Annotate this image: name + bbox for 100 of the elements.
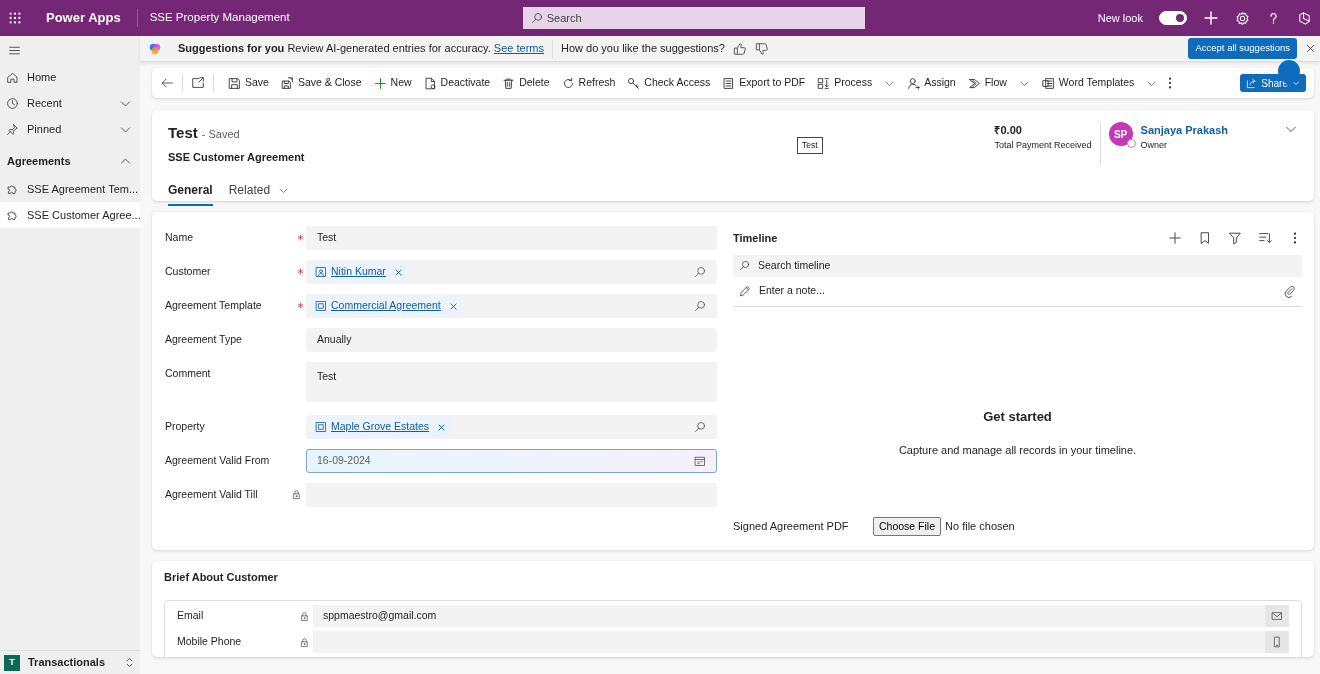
environment-name[interactable]: SSE Property Management (136, 9, 290, 27)
command-button[interactable]: Save & Close (274, 70, 368, 96)
command-button[interactable]: Process (811, 70, 902, 96)
command-button[interactable]: Word Templates (1035, 70, 1164, 96)
input-field[interactable] (313, 630, 1289, 653)
attach-icon (1283, 284, 1296, 298)
empty-state-message: Capture and manage all records in your timeline. (897, 443, 1138, 458)
feedback-question: How do you like the suggestions? (561, 41, 725, 57)
field-value: 16-09-2024 (317, 453, 371, 469)
field-label: Agreement Valid From (165, 453, 271, 468)
input-field[interactable]: Nitin Kumar (306, 260, 717, 284)
sidebar-item[interactable]: Recent (0, 90, 140, 116)
file-status: No file chosen (945, 519, 1015, 535)
command-button[interactable]: Flow (961, 70, 1036, 96)
input-field[interactable]: Test (306, 226, 717, 250)
open-window-icon[interactable] (191, 76, 205, 90)
field-value: Anually (317, 332, 352, 348)
copilot-icon[interactable] (1297, 10, 1312, 26)
see-terms-link[interactable]: See terms (493, 42, 544, 55)
field-label: Agreement Valid Till (165, 487, 259, 502)
search-icon[interactable] (694, 421, 706, 433)
add-icon[interactable] (1203, 10, 1219, 26)
sidebar-item[interactable]: SSE Agreement Tem... (0, 176, 140, 202)
input-field[interactable]: Maple Grove Estates (306, 415, 717, 439)
search-field[interactable]: Search (522, 7, 865, 29)
field-label: Name (165, 230, 194, 245)
plus-icon (373, 76, 387, 90)
save-close-icon (280, 76, 294, 90)
new-look-toggle[interactable] (1159, 11, 1187, 25)
thumbs-down-icon[interactable] (754, 41, 769, 56)
field-label: Agreement Template (165, 298, 263, 313)
field-value: sppmaestro@gmail.com (323, 607, 438, 623)
refresh-icon (561, 76, 575, 90)
back-icon[interactable] (160, 76, 174, 90)
chevron-icon (1292, 79, 1300, 87)
field-value: Test (317, 369, 337, 384)
input-field[interactable]: sppmaestro@gmail.com (313, 604, 1289, 627)
home-icon (6, 70, 19, 84)
command-button[interactable]: Assign (901, 70, 962, 96)
command-button[interactable]: Delete (496, 70, 556, 96)
phone-icon[interactable] (1271, 635, 1283, 648)
date-field[interactable]: 16-09-2024 (306, 449, 717, 473)
area-name: Transactionals (28, 655, 107, 671)
copilot-logo-icon (148, 41, 162, 56)
command-button[interactable]: Refresh (555, 70, 622, 96)
sidebar-item[interactable]: SSE Customer Agree... (0, 202, 140, 228)
calendar-icon[interactable] (694, 455, 706, 467)
key-icon (627, 76, 641, 90)
sort-icon[interactable] (1258, 231, 1272, 246)
thumbs-up-icon[interactable] (732, 41, 747, 56)
form-tab[interactable]: Related (228, 181, 290, 206)
search-icon (530, 12, 543, 24)
sidebar-item[interactable]: Home (0, 64, 140, 90)
bookmark-icon[interactable] (1198, 231, 1212, 246)
record-icon (315, 300, 327, 312)
clock-icon (6, 96, 19, 110)
sidebar-group-header[interactable]: Agreements (0, 146, 140, 176)
search-icon[interactable] (694, 300, 706, 312)
command-button[interactable]: New (367, 70, 418, 96)
document-icon (423, 76, 437, 90)
field-value: Test (317, 230, 337, 246)
search-icon[interactable] (694, 266, 706, 278)
filter-icon[interactable] (1228, 231, 1242, 246)
timeline-search-field[interactable]: Search timeline (733, 254, 1302, 277)
puzzle-icon (6, 208, 19, 222)
command-button[interactable]: Save (222, 70, 275, 96)
remove-icon[interactable] (437, 422, 447, 432)
add-icon[interactable] (1168, 231, 1182, 246)
pencil-icon (739, 285, 751, 297)
app-name[interactable]: Power Apps (46, 8, 121, 28)
command-button[interactable]: Check Access (621, 70, 717, 96)
sidebar-item[interactable]: Pinned (0, 116, 140, 142)
note-field[interactable]: Enter a note... (733, 276, 1302, 307)
suggestion-message: Suggestions for you Review AI-generated entries for accuracy. See terms (178, 41, 544, 57)
trash-icon (502, 76, 516, 90)
choose-file-button[interactable]: Choose File (873, 516, 942, 537)
tooltip: Test (797, 137, 823, 154)
process-icon (817, 76, 831, 90)
close-icon[interactable] (1305, 43, 1316, 54)
command-button[interactable]: Export to PDF (716, 70, 812, 96)
total-payment-label: Total Payment Received (994, 138, 1092, 152)
form-tab[interactable]: General (168, 181, 213, 206)
input-field[interactable]: Test (306, 362, 717, 402)
input-field[interactable]: Anually (306, 328, 717, 352)
person-icon (907, 76, 921, 90)
timeline-title: Timeline (733, 231, 779, 246)
owner-role: Owner (1140, 138, 1169, 152)
accept-suggestions-button[interactable]: Accept all suggestions (1188, 38, 1297, 59)
remove-icon[interactable] (448, 301, 458, 311)
empty-state-title: Get started (982, 407, 1053, 426)
app-launcher-icon[interactable] (8, 11, 22, 25)
mail-icon[interactable] (1271, 609, 1283, 622)
contact-card-icon (315, 266, 327, 278)
presence-dot (1126, 139, 1136, 148)
input-field[interactable]: Commercial Agreement (306, 294, 717, 318)
new-look-label: New look (1097, 10, 1143, 26)
owner-name[interactable]: Sanjaya Prakash (1140, 122, 1228, 139)
command-button[interactable]: Deactivate (417, 70, 497, 96)
settings-icon[interactable] (1235, 10, 1250, 26)
remove-icon[interactable] (393, 267, 403, 277)
